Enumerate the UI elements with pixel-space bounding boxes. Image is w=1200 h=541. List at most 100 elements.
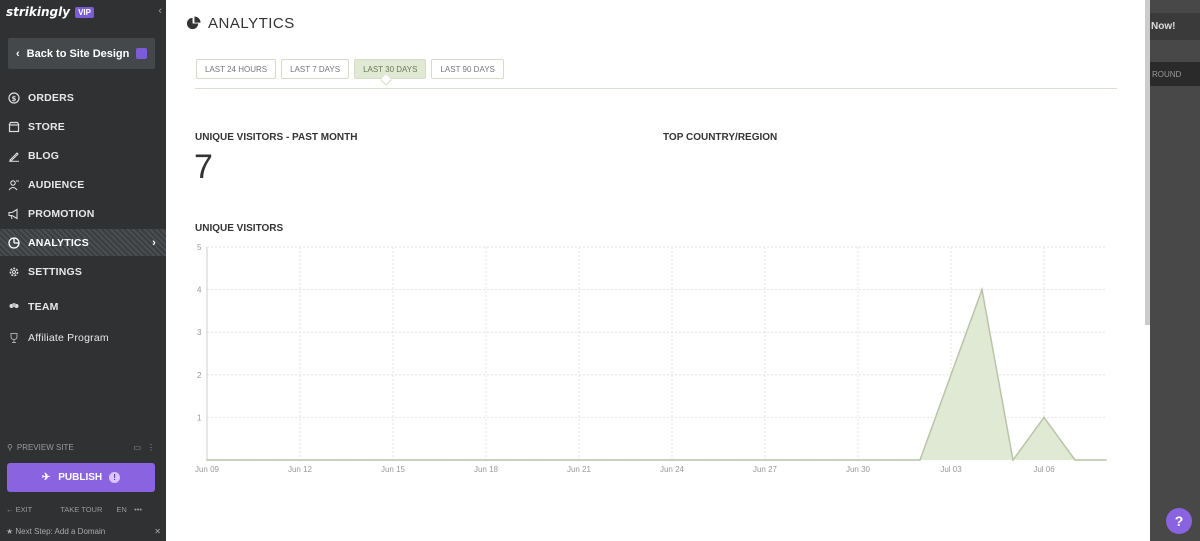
monitor-icon[interactable]: ▭: [133, 443, 141, 452]
chevron-right-icon: ›: [152, 236, 156, 249]
data-point: [485, 459, 487, 461]
y-tick-label: 1: [197, 413, 202, 422]
logo[interactable]: strikingly VIP: [6, 4, 94, 20]
tab-last-7-days[interactable]: LAST 7 DAYS: [281, 59, 350, 79]
data-point: [454, 459, 456, 461]
exit-link[interactable]: ← EXIT: [6, 505, 46, 514]
preview-site-link[interactable]: ⚲ PREVIEW SITE ▭ ⋮: [7, 440, 159, 454]
tab-last-90-days[interactable]: LAST 90 DAYS: [431, 59, 504, 79]
x-tick-label: Jun 21: [567, 465, 592, 474]
data-point: [764, 459, 766, 461]
x-tick-label: Jun 18: [474, 465, 499, 474]
x-tick-label: Jun 09: [195, 465, 220, 474]
search-icon: ⚲: [7, 442, 13, 452]
cube-icon: [136, 48, 147, 59]
sidebar-item-store[interactable]: STORE: [0, 113, 166, 140]
chevron-left-icon: ‹: [16, 47, 20, 60]
data-point: [299, 459, 301, 461]
star-icon: ★: [6, 527, 14, 536]
sidebar-item-affiliate-program[interactable]: Affiliate Program: [0, 324, 166, 351]
data-point: [888, 459, 890, 461]
data-point: [330, 459, 332, 461]
y-tick-label: 2: [197, 371, 202, 380]
data-point: [361, 459, 363, 461]
data-point: [1012, 459, 1014, 461]
sidebar-item-promotion[interactable]: PROMOTION: [0, 200, 166, 227]
sidebar-item-label: SETTINGS: [28, 265, 83, 278]
sidebar-item-team[interactable]: TEAM: [0, 293, 166, 320]
active-tab-pointer: [380, 74, 392, 86]
store-icon: [8, 121, 20, 133]
vip-badge: VIP: [75, 6, 94, 18]
page-title-text: ANALYTICS: [208, 15, 295, 32]
help-button[interactable]: ?: [1166, 508, 1192, 534]
next-step-banner[interactable]: ★ Next Step: Add a Domain ✕: [6, 527, 161, 536]
data-point: [981, 288, 983, 291]
now-button[interactable]: Now!: [1150, 13, 1200, 40]
sidebar-item-label: ORDERS: [28, 91, 75, 104]
data-point: [826, 459, 828, 461]
data-point: [392, 459, 394, 461]
x-tick-label: Jul 06: [1033, 465, 1055, 474]
tab-last-30-days[interactable]: LAST 30 DAYS: [354, 59, 427, 86]
rocket-icon: ✈: [41, 472, 51, 483]
next-step-label: Next Step: Add a Domain: [15, 527, 106, 536]
preview-label: PREVIEW SITE: [16, 442, 74, 452]
data-point: [516, 459, 518, 461]
back-button-label: Back to Site Design: [26, 47, 130, 60]
sidebar-item-blog[interactable]: BLOG: [0, 142, 166, 169]
x-tick-label: Jun 30: [846, 465, 871, 474]
sidebar-item-settings[interactable]: SETTINGS: [0, 258, 166, 285]
exit-label: EXIT: [15, 505, 33, 514]
more-icon[interactable]: •••: [134, 505, 142, 514]
unique-visitors-value: 7: [194, 148, 213, 186]
data-point: [950, 374, 952, 376]
analytics-panel: ANALYTICS LAST 24 HOURS LAST 7 DAYS LAST…: [166, 0, 1150, 541]
site-preview-strip: Now! ROUND ?: [1150, 0, 1200, 541]
tab-last-24-hours[interactable]: LAST 24 HOURS: [196, 59, 277, 79]
pie-chart-icon: [186, 16, 201, 30]
data-point: [1105, 459, 1107, 461]
sidebar-item-orders[interactable]: $ ORDERS: [0, 84, 166, 111]
people-icon: [8, 179, 20, 191]
y-tick-label: 3: [197, 328, 202, 337]
time-range-tabs: LAST 24 HOURS LAST 7 DAYS LAST 30 DAYS L…: [196, 59, 509, 86]
data-point: [578, 459, 580, 461]
device-toggle-icon[interactable]: ⋮: [147, 443, 155, 452]
y-tick-label: 4: [197, 286, 202, 295]
gear-icon: [8, 266, 20, 278]
unique-visitors-label: UNIQUE VISITORS - PAST MONTH: [195, 132, 358, 143]
top-country-label: TOP COUNTRY/REGION: [663, 132, 778, 143]
round-button[interactable]: ROUND: [1150, 62, 1200, 86]
data-point: [671, 459, 673, 461]
publish-button[interactable]: ✈ PUBLISH !: [7, 463, 155, 492]
x-tick-label: Jun 27: [753, 465, 778, 474]
back-to-site-design-button[interactable]: ‹ Back to Site Design: [8, 38, 155, 69]
sidebar-item-audience[interactable]: AUDIENCE: [0, 171, 166, 198]
data-point: [857, 459, 859, 461]
x-tick-label: Jun 12: [288, 465, 313, 474]
language-link[interactable]: EN: [116, 505, 126, 514]
x-tick-label: Jun 24: [660, 465, 685, 474]
sidebar-item-label: Affiliate Program: [28, 331, 109, 344]
data-point: [609, 459, 611, 461]
x-tick-label: Jun 15: [381, 465, 406, 474]
megaphone-icon: [8, 208, 20, 220]
svg-text:$: $: [11, 95, 16, 103]
collapse-sidebar-icon[interactable]: ‹: [158, 5, 162, 17]
sidebar-item-label: ANALYTICS: [28, 236, 89, 249]
close-icon[interactable]: ✕: [154, 527, 161, 536]
team-icon: [8, 301, 20, 313]
data-point: [547, 459, 549, 461]
data-point: [919, 459, 921, 461]
sidebar-footer: ← EXIT TAKE TOUR EN •••: [6, 505, 158, 514]
sidebar-item-analytics[interactable]: ANALYTICS ›: [0, 229, 166, 256]
take-tour-link[interactable]: TAKE TOUR: [60, 505, 102, 514]
pen-icon: [8, 150, 20, 162]
data-point: [1043, 416, 1045, 419]
page-title: ANALYTICS: [186, 15, 295, 32]
data-point: [423, 459, 425, 461]
data-point: [268, 459, 270, 461]
sidebar-item-label: PROMOTION: [28, 207, 95, 220]
unique-visitors-chart: 1 2 3 4 5 Jun 09 Jun 12 Jun 15 Jun 18 Jun 21 Jun 2…: [195, 243, 1107, 474]
